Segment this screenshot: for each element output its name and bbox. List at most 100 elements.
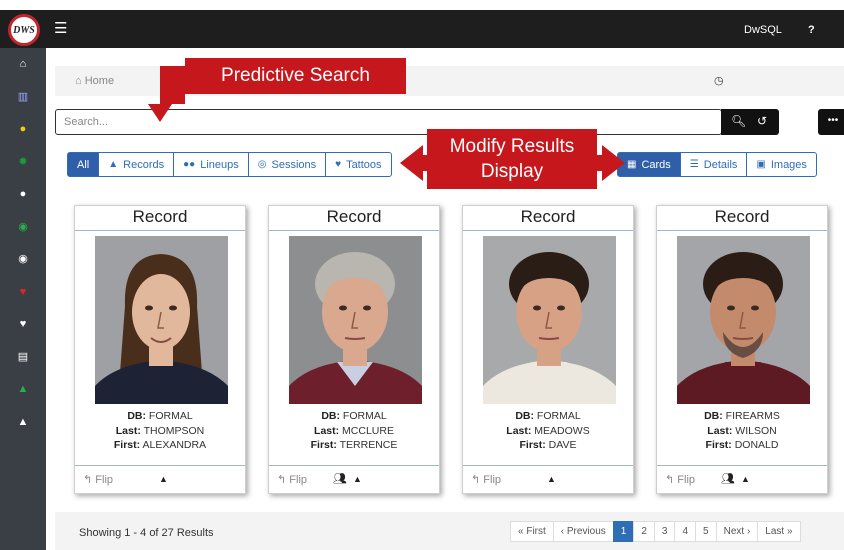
lineup-icon[interactable]: 👥︎ xyxy=(721,472,735,485)
tab-label: Records xyxy=(123,158,165,171)
more-options-button[interactable]: ••• xyxy=(818,109,844,135)
heart-icon[interactable]: ♥ xyxy=(0,286,46,298)
tab-lineups[interactable]: ●● Lineups xyxy=(173,152,249,177)
person-icon[interactable]: ▲ xyxy=(547,474,556,484)
page-link[interactable]: Last » xyxy=(757,521,801,542)
card-divider xyxy=(75,465,245,466)
db-line-value: FIREARMS xyxy=(725,410,780,422)
app-title[interactable]: DwSQL xyxy=(744,24,782,36)
card-divider xyxy=(657,230,827,231)
search-icon[interactable]: 🔍︎ xyxy=(731,114,746,128)
modify-results-line2: Display xyxy=(480,161,544,182)
db-line-label: DB: xyxy=(127,410,146,422)
page-link[interactable]: 1 xyxy=(612,521,635,542)
results-footer: Showing 1 - 4 of 27 Results « First ‹ Pre… xyxy=(55,512,844,550)
record-card[interactable]: Record DB: FORMAL Last: MCCLURE First: TER… xyxy=(268,205,440,494)
last-name-line-value: THOMPSON xyxy=(143,424,205,437)
database-icon[interactable]: ▤ xyxy=(0,351,46,363)
mugshot-photo[interactable] xyxy=(289,236,422,404)
first-name-line: First: DONALD xyxy=(657,438,827,453)
flip-icon: ↰ xyxy=(471,474,484,486)
flip-label: Flip xyxy=(483,474,502,486)
db-line-label: DB: xyxy=(704,410,723,422)
tab-details[interactable]: ☰ Details xyxy=(679,152,748,177)
page-link[interactable]: 3 xyxy=(653,521,676,542)
tab-all[interactable]: All xyxy=(67,152,100,177)
flip-icon: ↰ xyxy=(665,474,678,486)
record-card[interactable]: Record DB: FORMAL Last: THOMPSON First: AL… xyxy=(74,205,246,494)
breadcrumb-bar: ⌂ Home ◷ xyxy=(55,66,844,96)
sidebar: ⌂ ▥ ● ✹ ● ◉ ◉ ♥ ♥ ▤ ▲ ▲ xyxy=(0,48,46,550)
last-name-line-label: Last: xyxy=(115,424,141,437)
tab-sessions[interactable]: ◎ Sessions xyxy=(247,152,327,177)
home-icon[interactable]: ⌂ xyxy=(0,58,46,70)
lineup-icon[interactable]: 👥︎ xyxy=(333,472,347,485)
mugshot-photo[interactable] xyxy=(95,236,228,404)
heart-icon[interactable]: ♥ xyxy=(0,318,46,330)
last-name-line-label: Last: xyxy=(314,424,340,437)
menu-toggle-icon[interactable]: ☰ xyxy=(54,21,67,36)
breadcrumb[interactable]: ⌂ Home xyxy=(75,75,114,87)
person-icon[interactable]: ▲ xyxy=(353,474,362,484)
last-name-line-value: WILSON xyxy=(735,424,777,437)
tab-cards[interactable]: ▦ Cards xyxy=(617,152,681,177)
last-name-line-label: Last: xyxy=(506,424,532,437)
flip-button[interactable]: ↰ Flip xyxy=(83,473,113,486)
card-title: Record xyxy=(714,207,770,226)
pagination: « First ‹ Previous 1 2 3 4 5 Next › Last » xyxy=(510,521,801,542)
flip-button[interactable]: ↰ Flip xyxy=(471,473,501,486)
gear-icon[interactable]: ✹ xyxy=(0,156,46,168)
breadcrumb-home[interactable]: Home xyxy=(85,75,114,87)
first-name-line-value: DONALD xyxy=(734,439,779,451)
user-icon[interactable]: ▲ xyxy=(0,416,46,428)
app-logo[interactable]: DWS xyxy=(8,14,40,46)
flip-button[interactable]: ↰ Flip xyxy=(277,473,307,486)
first-name-line: First: DAVE xyxy=(463,438,633,453)
user-circle-icon[interactable]: ◉ xyxy=(0,253,46,265)
page-link[interactable]: 2 xyxy=(633,521,655,542)
person-icon[interactable]: ▲ xyxy=(159,474,168,484)
tab-details-icon: ☰ xyxy=(689,159,699,170)
chart-icon[interactable]: ▥ xyxy=(0,91,46,103)
db-line: DB: FORMAL xyxy=(75,409,245,424)
search-button-group: 🔍︎ ↺ xyxy=(721,109,779,135)
card-title: Record xyxy=(520,207,576,226)
help-icon[interactable]: ? xyxy=(808,24,815,36)
first-name-line-value: DAVE xyxy=(548,439,577,451)
tab-lineups-icon: ●● xyxy=(183,159,196,170)
record-info: DB: FORMAL Last: MCCLURE First: TERRENCE xyxy=(269,409,439,453)
page-link[interactable]: ‹ Previous xyxy=(552,521,614,542)
flip-icon: ↰ xyxy=(83,474,96,486)
group-icon[interactable]: ● xyxy=(0,188,46,200)
card-divider xyxy=(75,230,245,231)
tab-images[interactable]: ▣ Images xyxy=(746,152,817,177)
user-circle-icon[interactable]: ◉ xyxy=(0,221,46,233)
last-name-line: Last: MCCLURE xyxy=(269,424,439,439)
mugshot-photo[interactable] xyxy=(483,236,616,404)
page-link[interactable]: Next › xyxy=(715,521,759,542)
view-mode-tabs: ▦ Cards ☰ Details ▣ Images xyxy=(617,152,817,177)
record-card[interactable]: Record DB: FIREARMS Last: WILSON First: DO… xyxy=(656,205,828,494)
tab-tattoos-icon: ♥ xyxy=(335,159,342,170)
search-input[interactable]: Search... xyxy=(55,109,722,135)
card-title: Record xyxy=(326,207,382,226)
mugshot-photo[interactable] xyxy=(677,236,810,404)
page-link[interactable]: « First xyxy=(510,521,554,542)
person-icon[interactable]: ▲ xyxy=(741,474,750,484)
db-line: DB: FORMAL xyxy=(269,409,439,424)
tab-records[interactable]: ▲ Records xyxy=(98,152,175,177)
record-info: DB: FIREARMS Last: WILSON First: DONALD xyxy=(657,409,827,453)
history-clock-icon[interactable]: ◷ xyxy=(714,74,724,87)
last-name-line: Last: MEADOWS xyxy=(463,424,633,439)
page-link[interactable]: 4 xyxy=(674,521,697,542)
record-card[interactable]: Record DB: FORMAL Last: MEADOWS First: DAV… xyxy=(462,205,634,494)
tab-tattoos[interactable]: ♥ Tattoos xyxy=(325,152,392,177)
users-icon[interactable]: ● xyxy=(0,123,46,135)
reset-icon[interactable]: ↺ xyxy=(757,114,767,128)
top-navbar xyxy=(0,10,844,48)
db-line-label: DB: xyxy=(515,410,534,422)
user-icon[interactable]: ▲ xyxy=(0,383,46,395)
page-link[interactable]: 5 xyxy=(695,521,717,542)
result-type-tabs: All ▲ Records ●● Lineups ◎ Sessions ♥ Tattoos xyxy=(67,152,392,177)
flip-button[interactable]: ↰ Flip xyxy=(665,473,695,486)
